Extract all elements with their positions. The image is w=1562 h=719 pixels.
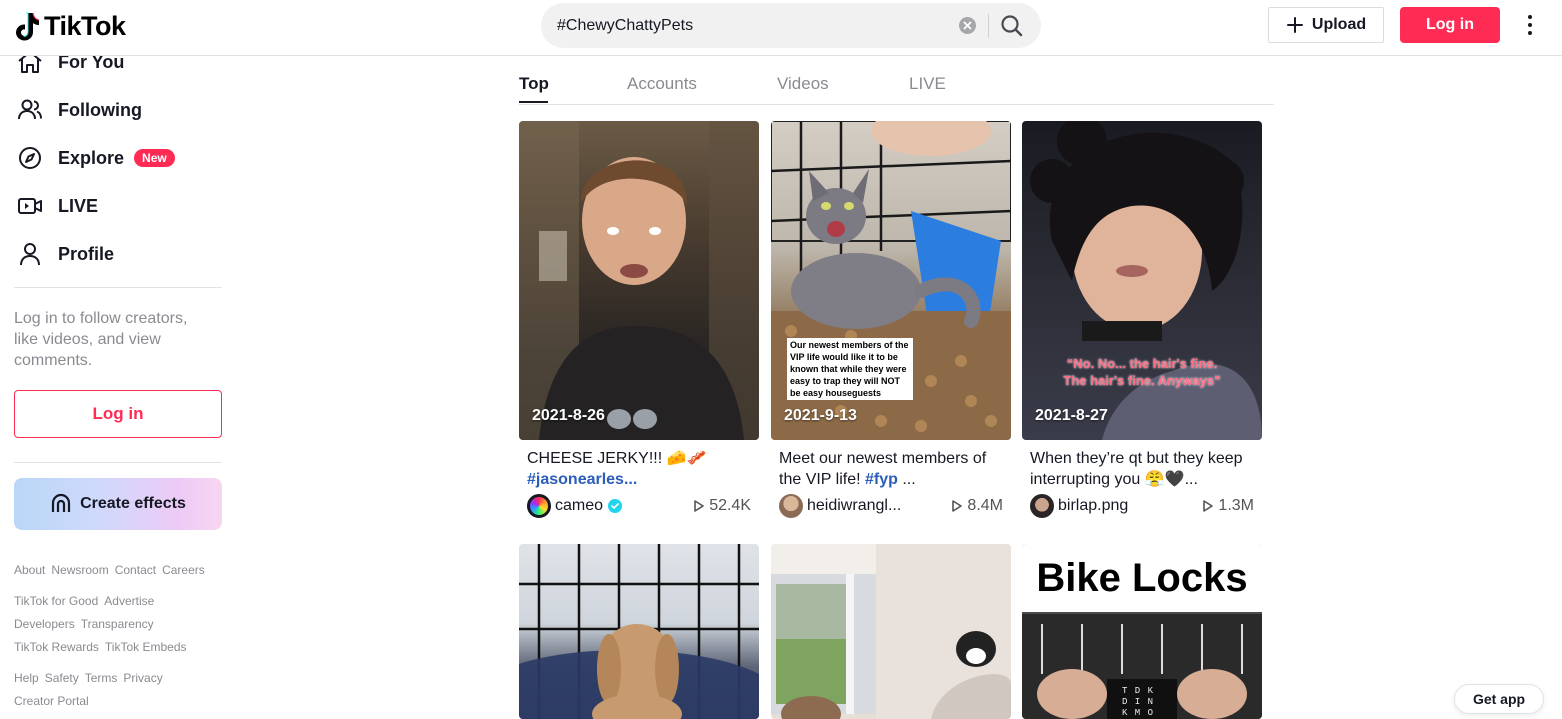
view-count: 8.4M <box>951 497 1003 515</box>
video-thumbnail[interactable]: Our newest members of the VIP life would… <box>771 121 1011 440</box>
logo-text: TikTok <box>44 10 126 41</box>
footer-link[interactable]: TikTok Embeds <box>105 636 187 659</box>
sidebar: For You Following Explore New LIVE Profi… <box>0 51 240 719</box>
search-icon[interactable] <box>999 13 1025 39</box>
footer-link[interactable]: TikTok Rewards <box>14 636 99 659</box>
compass-icon <box>19 147 41 169</box>
video-thumbnail[interactable] <box>519 544 759 719</box>
video-thumbnail[interactable]: 2021-8-26 <box>519 121 759 440</box>
get-app-button[interactable]: Get app <box>1454 684 1544 714</box>
lock-dial-letters: T D K D I N K M O S M <box>1122 686 1155 718</box>
video-meta: heidiwrangl... 8.4M <box>779 494 1003 518</box>
effects-label: Create effects <box>80 495 186 512</box>
play-icon <box>694 500 704 512</box>
thumbnail-image <box>519 544 759 719</box>
author-name[interactable]: birlap.png <box>1058 497 1202 515</box>
sidebar-item-profile[interactable]: Profile <box>14 234 114 274</box>
sidebar-login-button[interactable]: Log in <box>14 390 222 438</box>
tab-accounts[interactable]: Accounts <box>627 74 697 94</box>
avatar[interactable] <box>779 494 803 518</box>
search-input[interactable] <box>557 14 957 38</box>
tiktok-logo[interactable]: TikTok <box>14 10 126 42</box>
sidebar-item-label: LIVE <box>58 195 99 216</box>
video-description[interactable]: Meet our newest members of the VIP life!… <box>779 448 1005 490</box>
footer-link[interactable]: Transparency <box>81 613 154 636</box>
avatar[interactable] <box>1030 494 1054 518</box>
search-divider <box>988 14 989 38</box>
footer-link[interactable]: Terms <box>85 667 118 690</box>
footer-links-group-2: TikTok for Good Advertise Developers Tra… <box>14 590 204 659</box>
footer-link[interactable]: Creator Portal <box>14 690 89 713</box>
video-date: 2021-8-27 <box>1035 407 1108 424</box>
author-name[interactable]: heidiwrangl... <box>807 497 951 515</box>
video-thumbnail[interactable] <box>771 544 1011 719</box>
thumbnail-image <box>519 121 759 440</box>
footer-link[interactable]: About <box>14 559 45 582</box>
upload-label: Upload <box>1311 16 1367 33</box>
play-icon <box>952 500 963 512</box>
footer-link[interactable]: Developers <box>14 613 75 636</box>
login-prompt-text: Log in to follow creators, like videos, … <box>14 310 188 369</box>
sidebar-divider <box>14 287 222 288</box>
footer-link[interactable]: TikTok for Good <box>14 590 98 613</box>
video-description[interactable]: When they’re qt but they keep interrupti… <box>1030 448 1256 490</box>
more-menu-icon[interactable] <box>1520 13 1540 37</box>
author-name[interactable]: cameo <box>555 497 693 515</box>
header-login-button[interactable]: Log in <box>1400 7 1500 43</box>
create-effects-button[interactable]: Create effects <box>14 478 222 530</box>
top-header: TikTok Upload Log in <box>0 0 1562 56</box>
footer-link[interactable]: Help <box>14 667 39 690</box>
footer-links-group-1: About Newsroom Contact Careers <box>14 559 234 582</box>
video-thumbnail[interactable]: Bike Locks T D K D I N K M O S M <box>1022 544 1262 719</box>
tab-top[interactable]: Top <box>519 74 549 94</box>
thumbnail-image <box>771 544 1011 719</box>
play-icon <box>1203 500 1214 512</box>
video-overlay-caption: “No. No... the hair's fine. The hair's f… <box>1063 356 1221 388</box>
sidebar-item-label: Following <box>58 99 142 120</box>
tiktok-note-icon <box>16 12 40 41</box>
video-date: 2021-8-26 <box>532 407 605 424</box>
hashtag-link[interactable]: #fyp <box>865 471 898 488</box>
person-icon <box>20 243 40 266</box>
upload-button[interactable]: Upload <box>1268 7 1384 43</box>
sidebar-item-following[interactable]: Following <box>14 90 142 130</box>
video-meta: birlap.png 1.3M <box>1030 494 1254 518</box>
new-badge: New <box>134 149 175 167</box>
active-tab-indicator <box>519 101 548 103</box>
video-overlay-title: Bike Locks <box>1022 544 1262 612</box>
sidebar-item-live[interactable]: LIVE <box>14 186 98 226</box>
live-camera-icon <box>18 198 42 214</box>
sidebar-item-explore[interactable]: Explore New <box>14 138 175 178</box>
effects-icon <box>51 493 71 512</box>
hashtag-link[interactable]: #jasonearles... <box>527 471 637 488</box>
footer-link[interactable]: Advertise <box>104 590 154 613</box>
footer-links-group-3: Help Safety Terms Privacy Creator Portal <box>14 667 194 713</box>
tab-videos[interactable]: Videos <box>777 74 829 94</box>
video-meta: cameo 52.4K <box>527 494 751 518</box>
avatar[interactable] <box>527 494 551 518</box>
clear-search-icon[interactable] <box>959 17 976 34</box>
plus-icon <box>1286 17 1303 33</box>
footer-link[interactable]: Careers <box>162 559 205 582</box>
video-overlay-caption: Our newest members of the VIP life would… <box>787 338 913 400</box>
video-description[interactable]: CHEESE JERKY!!! 🧀🥓 #jasonearles... <box>527 448 753 490</box>
sidebar-item-label: Profile <box>58 243 115 264</box>
footer-link[interactable]: Newsroom <box>51 559 108 582</box>
view-count: 1.3M <box>1202 497 1254 515</box>
footer-link[interactable]: Safety <box>45 667 79 690</box>
video-date: 2021-9-13 <box>784 407 857 424</box>
search-result-tabs: Top Accounts Videos LIVE <box>519 56 1274 105</box>
sidebar-divider <box>14 462 222 463</box>
video-thumbnail[interactable]: “No. No... the hair's fine. The hair's f… <box>1022 121 1262 440</box>
verified-badge-icon <box>608 499 623 513</box>
footer-link[interactable]: Contact <box>115 559 156 582</box>
thumbnail-image <box>1030 121 1262 440</box>
sidebar-item-label: Explore <box>58 147 125 168</box>
search-bar[interactable] <box>541 3 1041 48</box>
tab-live[interactable]: LIVE <box>909 74 946 94</box>
users-icon <box>18 99 42 120</box>
footer-link[interactable]: Privacy <box>123 667 162 690</box>
view-count: 52.4K <box>693 497 751 515</box>
